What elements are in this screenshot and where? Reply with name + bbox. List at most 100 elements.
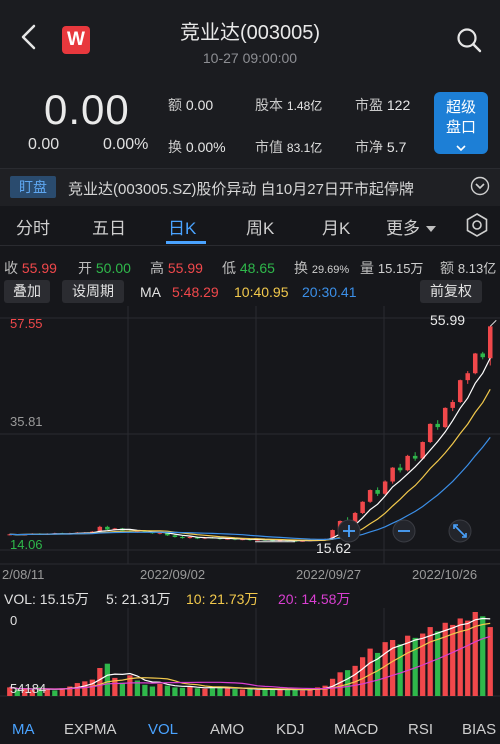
volume-bar xyxy=(104,663,110,696)
ohlc-open: 开 50.00 xyxy=(78,260,131,276)
volume-bar xyxy=(202,688,208,696)
low-annotation: 15.62 xyxy=(316,540,352,556)
x-label-4: 2022/10/26 xyxy=(412,567,478,582)
volume-bar xyxy=(89,679,95,696)
vol-ma5: 5: 21.31万 xyxy=(106,591,171,607)
volume-bar xyxy=(254,689,261,696)
indicator-tab-rsi[interactable]: RSI xyxy=(408,721,433,738)
ma20-line xyxy=(9,437,491,541)
ohlc-amount: 额 8.13亿 xyxy=(440,260,497,276)
volume-bar xyxy=(239,689,246,696)
news-text[interactable]: 竞业达(003005.SZ)股价异动 自10月27日开市起停牌 xyxy=(68,178,458,199)
volume-bar xyxy=(187,686,193,696)
volume-bar xyxy=(292,689,298,696)
candle-body xyxy=(172,535,178,537)
volume-bar xyxy=(367,648,373,696)
volume-bar xyxy=(382,642,388,696)
volume-bar xyxy=(435,631,441,696)
quote-time: 10-27 09:00:00 xyxy=(202,50,298,66)
volume-bar xyxy=(172,687,178,696)
candle-body xyxy=(442,407,448,428)
active-tab-indicator xyxy=(166,241,206,244)
volume-bar xyxy=(119,682,125,696)
search-icon[interactable] xyxy=(455,26,483,54)
volume-bar xyxy=(262,689,268,696)
adjust-button[interactable]: 前复权 xyxy=(420,280,482,303)
ohlc-turnover: 换 29.69% xyxy=(294,260,350,276)
candle-body xyxy=(187,536,193,539)
ma20-value: 20:30.41 xyxy=(302,284,357,300)
volume-bar xyxy=(405,635,411,696)
volume-bar xyxy=(232,689,238,696)
price-change: 0.00 xyxy=(28,136,60,153)
volume-bar xyxy=(397,644,403,696)
indicator-tab-vol[interactable]: VOL xyxy=(148,721,178,738)
candle-body xyxy=(375,490,380,494)
indicator-tab-macd[interactable]: MACD xyxy=(334,721,378,738)
vol-ma5-line xyxy=(9,617,491,691)
indicator-tab-amo[interactable]: AMO xyxy=(210,721,244,738)
vol-y-bottom: 54184 xyxy=(10,681,47,696)
stat-pb: 市净 5.7 xyxy=(355,139,407,155)
candle-body xyxy=(180,536,185,539)
tab-five-day[interactable]: 五日 xyxy=(92,214,126,239)
current-price: 0.00 xyxy=(44,86,130,133)
candle-body xyxy=(435,423,440,428)
volume-bar xyxy=(465,620,471,696)
super-button-line1: 超级 xyxy=(445,99,476,116)
tab-intraday[interactable]: 分时 xyxy=(16,214,50,239)
ohlc-low: 低 48.65 xyxy=(222,260,275,276)
volume-bar xyxy=(194,688,201,696)
volume-bar xyxy=(164,685,171,696)
candle-body xyxy=(457,380,463,403)
volume-bar xyxy=(52,690,58,696)
volume-bar xyxy=(217,687,223,696)
ohlc-volume: 量 15.15万 xyxy=(360,260,424,276)
super-button-line2: 盘口 xyxy=(445,119,476,136)
indicator-tab-bias[interactable]: BIAS xyxy=(462,721,496,738)
ma-label: MA xyxy=(140,284,161,300)
volume-bar xyxy=(299,690,306,696)
vol-ma10-line xyxy=(9,622,491,691)
tab-daily-k[interactable]: 日K xyxy=(168,214,196,239)
ohlc-close: 收 55.99 xyxy=(4,260,57,276)
settings-gear-icon[interactable] xyxy=(464,212,490,238)
candle-body xyxy=(105,526,110,530)
y-label-bottom: 14.06 xyxy=(10,537,43,552)
volume-bar xyxy=(149,686,156,696)
indicator-tab-ma[interactable]: MA xyxy=(12,721,35,738)
x-label-2: 2022/09/02 xyxy=(140,567,206,582)
stat-shares: 股本 1.48亿 xyxy=(255,97,323,113)
vol-legend: VOL: 15.15万 xyxy=(4,591,89,607)
candle-body xyxy=(367,490,373,502)
volume-bar xyxy=(82,681,88,696)
volume-chart[interactable] xyxy=(0,608,500,718)
candle-body xyxy=(472,353,478,374)
candle-body xyxy=(480,353,485,358)
volume-bar xyxy=(284,689,291,696)
volume-bar xyxy=(74,683,80,696)
tab-more[interactable]: 更多 xyxy=(386,214,437,239)
overlay-button[interactable]: 叠加 xyxy=(4,280,50,303)
candle-body xyxy=(420,442,425,459)
candle-body xyxy=(412,455,418,459)
tab-monthly-k[interactable]: 月K xyxy=(322,214,350,239)
set-period-button[interactable]: 设周期 xyxy=(62,280,124,303)
candle-body xyxy=(450,402,455,408)
indicator-tab-expma[interactable]: EXPMA xyxy=(64,721,117,738)
ma5-line xyxy=(9,357,491,542)
volume-bar xyxy=(247,688,253,696)
vol-ma20-line xyxy=(9,635,491,690)
stock-title: 竞业达(003005) xyxy=(179,22,321,44)
volume-bar xyxy=(277,689,283,696)
candle-body xyxy=(360,501,365,513)
super-orderbook-button[interactable]: 超级 盘口 xyxy=(434,92,488,154)
tab-weekly-k[interactable]: 周K xyxy=(246,214,274,239)
candlestick-chart[interactable] xyxy=(0,306,500,586)
y-label-mid: 35.81 xyxy=(10,414,43,429)
volume-bar xyxy=(450,624,456,696)
expand-circle-icon[interactable] xyxy=(470,176,490,196)
indicator-tab-kdj[interactable]: KDJ xyxy=(276,721,304,738)
stat-turnover: 换 0.00% xyxy=(168,139,226,155)
volume-bar xyxy=(480,616,486,696)
